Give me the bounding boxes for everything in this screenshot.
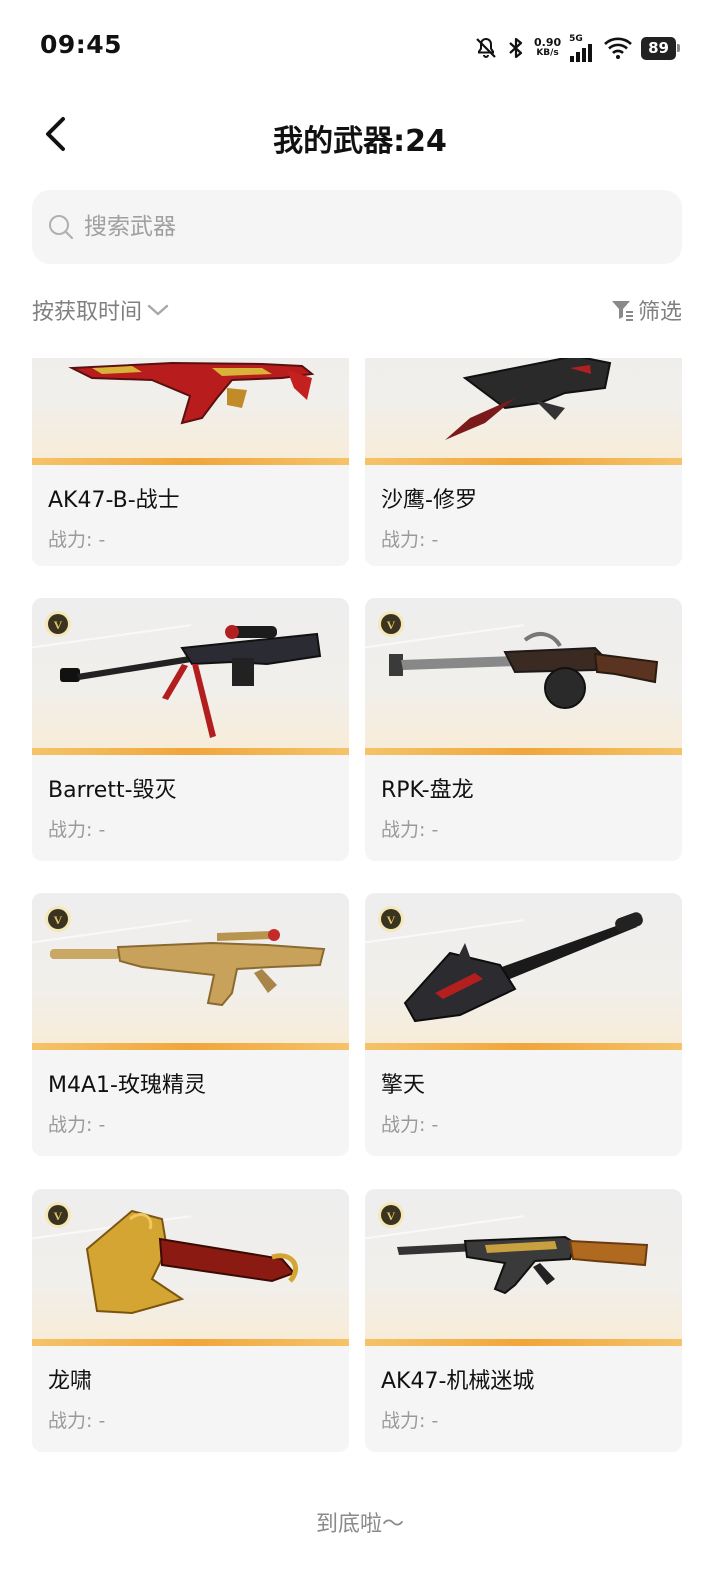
sort-dropdown[interactable]: 按获取时间	[32, 294, 170, 326]
weapon-power: 战力: -	[48, 819, 106, 841]
sort-label: 按获取时间	[32, 300, 143, 325]
filter-icon	[610, 298, 634, 322]
weapon-image: V	[32, 598, 349, 755]
card-accent-bar	[32, 1339, 349, 1346]
status-bar: 09:45 0.90 KB/s 5G 89	[0, 0, 720, 96]
filter-label: 筛选	[637, 300, 682, 325]
battery-icon: 89	[641, 36, 680, 60]
network-speed: 0.90 KB/s	[534, 37, 561, 59]
bluetooth-icon	[506, 36, 526, 60]
svg-text:V: V	[54, 913, 63, 927]
svg-text:V: V	[54, 1209, 63, 1223]
v-badge-icon: V	[44, 610, 72, 638]
assault-rifle-image	[50, 929, 326, 1007]
weapon-card[interactable]: V M4A1-玫瑰精灵 战力: -	[32, 893, 349, 1156]
signal-icon: 5G	[569, 33, 595, 62]
weapon-image	[32, 358, 349, 465]
filter-button[interactable]: 筛选	[610, 294, 682, 326]
v-badge-icon: V	[44, 905, 72, 933]
weapon-name: AK47-机械迷城	[381, 1369, 535, 1394]
weapon-image: V	[365, 893, 682, 1050]
wifi-icon	[603, 36, 633, 60]
weapon-power: 战力: -	[381, 819, 439, 841]
header: 我的武器:24	[0, 96, 720, 180]
ak47-rifle-image	[397, 1235, 649, 1295]
weapon-card[interactable]: V Barrett-毁灭 战力: -	[32, 598, 349, 861]
weapon-card[interactable]: V 擎天 战力: -	[365, 893, 682, 1156]
svg-text:V: V	[387, 1209, 396, 1223]
v-badge-icon: V	[377, 610, 405, 638]
page-title: 我的武器:24	[273, 124, 447, 159]
network-type: 5G	[569, 33, 583, 44]
card-accent-bar	[365, 1043, 682, 1050]
list-end-text: 到底啦～	[315, 1512, 404, 1537]
shovel-image	[403, 912, 643, 1023]
card-accent-bar	[365, 1339, 682, 1346]
bell-muted-icon	[474, 36, 498, 60]
status-icons: 0.90 KB/s 5G 89	[474, 33, 680, 63]
weapon-card[interactable]: 沙鹰-修罗 战力: -	[365, 358, 682, 566]
rifle-image	[68, 361, 315, 425]
weapon-image: V	[365, 598, 682, 755]
axe-image	[85, 1209, 298, 1315]
weapon-card[interactable]: V 龙啸 战力: -	[32, 1189, 349, 1452]
card-accent-bar	[365, 458, 682, 465]
weapon-card[interactable]: V AK47-机械迷城 战力: -	[365, 1189, 682, 1452]
weapon-power: 战力: -	[48, 529, 106, 551]
network-speed-unit: KB/s	[536, 48, 559, 58]
svg-text:V: V	[54, 618, 63, 632]
sort-filter-row: 按获取时间 筛选	[32, 294, 682, 334]
weapon-power: 战力: -	[381, 1114, 439, 1136]
weapon-card[interactable]: AK47-B-战士 战力: -	[32, 358, 349, 566]
weapon-image: V	[365, 1189, 682, 1346]
card-accent-bar	[32, 1043, 349, 1050]
weapon-image: V	[32, 1189, 349, 1346]
status-time: 09:45	[40, 30, 123, 59]
weapon-name: 龙啸	[48, 1369, 93, 1394]
card-accent-bar	[32, 458, 349, 465]
weapon-name: M4A1-玫瑰精灵	[48, 1073, 206, 1098]
chevron-down-icon	[146, 302, 170, 318]
weapon-power: 战力: -	[381, 529, 439, 551]
weapon-name: RPK-盘龙	[381, 778, 474, 803]
weapon-image: V	[32, 893, 349, 1050]
sniper-rifle-image	[60, 625, 322, 738]
card-accent-bar	[32, 748, 349, 755]
v-badge-icon: V	[44, 1201, 72, 1229]
svg-text:V: V	[387, 913, 396, 927]
machine-gun-image	[389, 631, 659, 709]
card-accent-bar	[365, 748, 682, 755]
weapon-name: 沙鹰-修罗	[381, 488, 477, 513]
weapon-power: 战力: -	[48, 1410, 106, 1432]
weapon-list: AK47-B-战士 战力: - 沙鹰-修罗 战力: - V Barrett-毁灭…	[0, 358, 720, 1584]
search-icon	[48, 214, 74, 240]
weapon-power: 战力: -	[48, 1114, 106, 1136]
search-input[interactable]	[82, 213, 646, 241]
weapon-image	[365, 358, 682, 465]
weapon-name: 擎天	[381, 1073, 426, 1098]
v-badge-icon: V	[377, 1201, 405, 1229]
svg-text:V: V	[387, 618, 396, 632]
network-speed-value: 0.90	[533, 36, 562, 49]
search-box[interactable]	[32, 190, 682, 264]
weapon-card[interactable]: V RPK-盘龙 战力: -	[365, 598, 682, 861]
pistol-image	[445, 358, 612, 440]
weapon-name: Barrett-毁灭	[48, 778, 177, 803]
weapon-name: AK47-B-战士	[48, 488, 180, 513]
v-badge-icon: V	[377, 905, 405, 933]
weapon-power: 战力: -	[381, 1410, 439, 1432]
